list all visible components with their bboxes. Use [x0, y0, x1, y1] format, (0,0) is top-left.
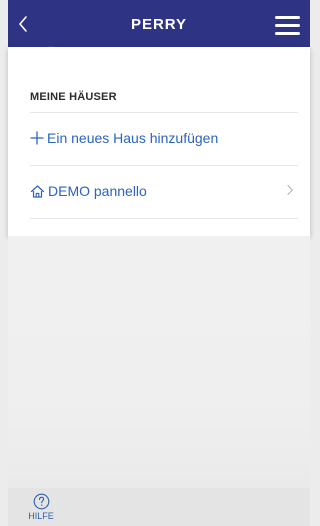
divider	[30, 165, 298, 166]
add-house-item[interactable]: Ein neues Haus hinzufügen	[30, 125, 298, 151]
back-icon[interactable]	[16, 14, 30, 34]
help-button[interactable]: HILFE	[23, 493, 59, 524]
menu-icon[interactable]	[275, 16, 300, 35]
house-item-demo-pannello[interactable]: DEMO pannello	[30, 178, 298, 204]
help-label: HILFE	[28, 511, 54, 521]
houses-dropdown-panel: MEINE HÄUSER Ein neues Haus hinzufügen D…	[8, 47, 310, 236]
content-background	[8, 236, 310, 488]
brand-logo: PERRY	[131, 16, 187, 33]
house-item-label: DEMO pannello	[48, 183, 147, 199]
divider	[30, 112, 298, 113]
chevron-right-icon	[287, 184, 293, 196]
home-icon	[30, 184, 45, 198]
add-house-label: Ein neues Haus hinzufügen	[47, 130, 219, 146]
bottom-bar: HILFE	[8, 488, 310, 526]
question-circle-icon	[33, 493, 49, 510]
divider	[30, 218, 298, 219]
app-title: PERRY	[131, 16, 187, 33]
top-app-bar: PERRY ...	[8, 0, 310, 49]
plus-icon	[30, 131, 44, 145]
section-title: MEINE HÄUSER	[30, 91, 117, 103]
